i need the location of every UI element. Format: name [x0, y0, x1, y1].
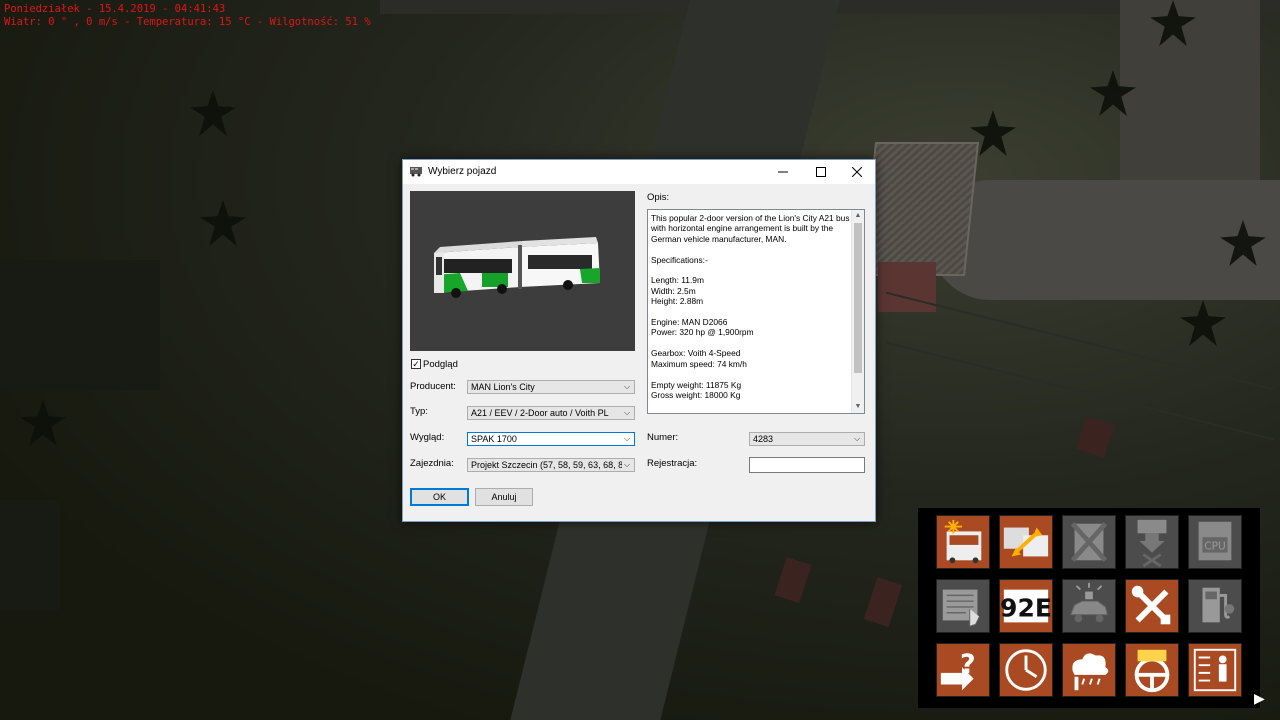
preview-checkbox[interactable]: ✓ — [411, 359, 421, 369]
svg-text:CPU: CPU — [1204, 541, 1226, 553]
description-box[interactable]: This popular 2-door version of the Lion'… — [647, 209, 865, 414]
hud-weather-line: Wiatr: 0 ° , 0 m/s - Temperatura: 15 °C … — [4, 16, 371, 28]
rejestracja-input[interactable] — [749, 457, 865, 473]
bus-cpu-icon[interactable]: CPU — [1188, 515, 1242, 569]
maximize-button[interactable] — [803, 160, 839, 184]
building-annex — [878, 262, 936, 312]
weather-icon[interactable] — [1062, 643, 1116, 697]
description-scrollbar[interactable]: ▲ ▼ — [851, 210, 864, 413]
scroll-thumb[interactable] — [854, 223, 862, 373]
svg-text:92E: 92E — [1000, 594, 1052, 623]
checklist-driver-icon[interactable] — [1188, 643, 1242, 697]
chevron-down-icon: ⌵ — [852, 433, 862, 445]
zajezdnia-select[interactable]: Projekt Szczecin (57, 58, 59, 63, 68, 8 … — [467, 458, 635, 472]
vehicle-preview[interactable] — [410, 191, 635, 351]
hud-status: Poniedziałek - 15.4.2019 - 04:41:43 Wiat… — [4, 3, 371, 29]
preview-label: Podgląd — [423, 359, 458, 370]
ok-button[interactable]: OK — [410, 488, 469, 506]
tool-panel-next-icon[interactable]: ▶ — [1254, 690, 1265, 707]
help-exit-icon[interactable]: ? — [936, 643, 990, 697]
zajezdnia-value: Projekt Szczecin (57, 58, 59, 63, 68, 8 — [471, 460, 624, 470]
hud-date-line: Poniedziałek - 15.4.2019 - 04:41:43 — [4, 3, 226, 15]
description-text: This popular 2-door version of the Lion'… — [651, 213, 850, 400]
wyglad-label: Wygląd: — [410, 432, 445, 443]
chevron-down-icon: ⌵ — [622, 407, 632, 419]
producent-label: Producent: — [410, 381, 456, 392]
bus-icon — [410, 167, 422, 177]
dialog-titlebar[interactable]: Wybierz pojazd — [403, 160, 875, 184]
timetable-icon[interactable] — [936, 579, 990, 633]
repair-tools-icon[interactable] — [1125, 579, 1179, 633]
car-alarm-icon[interactable] — [1062, 579, 1116, 633]
producent-select[interactable]: MAN Lion's City ⌵ — [467, 380, 635, 394]
producent-value: MAN Lion's City — [471, 382, 535, 392]
place-bus-icon[interactable] — [1125, 515, 1179, 569]
chevron-down-icon: ⌵ — [622, 459, 632, 471]
zajezdnia-label: Zajezdnia: — [410, 458, 454, 469]
chevron-down-icon: ⌵ — [622, 433, 632, 445]
route-display-icon[interactable]: 92E — [999, 579, 1053, 633]
tool-panel: CPU 92E ? — [918, 508, 1260, 708]
building-shadow — [0, 260, 160, 390]
scroll-down-icon[interactable]: ▼ — [852, 401, 864, 413]
bus-light-icon[interactable] — [936, 515, 990, 569]
wyglad-value: SPAK 1700 — [471, 434, 517, 444]
minimize-button[interactable] — [765, 160, 801, 184]
minimize-icon — [778, 171, 788, 173]
close-icon — [852, 167, 862, 177]
dialog-title: Wybierz pojazd — [428, 166, 497, 177]
cancel-button[interactable]: Anuluj — [475, 488, 533, 506]
bus-model-image — [434, 237, 600, 298]
building-shadow — [0, 500, 60, 610]
remove-bus-icon[interactable] — [1062, 515, 1116, 569]
bus-swap-icon[interactable] — [999, 515, 1053, 569]
wyglad-select[interactable]: SPAK 1700 ⌵ — [467, 432, 635, 446]
scroll-up-icon[interactable]: ▲ — [852, 210, 864, 222]
close-button[interactable] — [839, 160, 875, 184]
numer-select[interactable]: 4283 ⌵ — [749, 432, 865, 446]
typ-select[interactable]: A21 / EEV / 2-Door auto / Voith PL ⌵ — [467, 406, 635, 420]
fuel-pump-icon[interactable] — [1188, 579, 1242, 633]
chevron-down-icon: ⌵ — [622, 381, 632, 393]
description-label: Opis: — [647, 192, 670, 203]
building-roof — [860, 142, 980, 276]
select-vehicle-dialog: Wybierz pojazd ✓ Podgląd Producent: MAN … — [402, 159, 876, 522]
clock-icon[interactable] — [999, 643, 1053, 697]
typ-value: A21 / EEV / 2-Door auto / Voith PL — [471, 408, 609, 418]
numer-value: 4283 — [753, 434, 774, 444]
steering-wheel-icon[interactable] — [1125, 643, 1179, 697]
rejestracja-label: Rejestracja: — [647, 458, 698, 469]
typ-label: Typ: — [410, 406, 428, 417]
maximize-icon — [816, 167, 826, 177]
numer-label: Numer: — [647, 432, 679, 443]
